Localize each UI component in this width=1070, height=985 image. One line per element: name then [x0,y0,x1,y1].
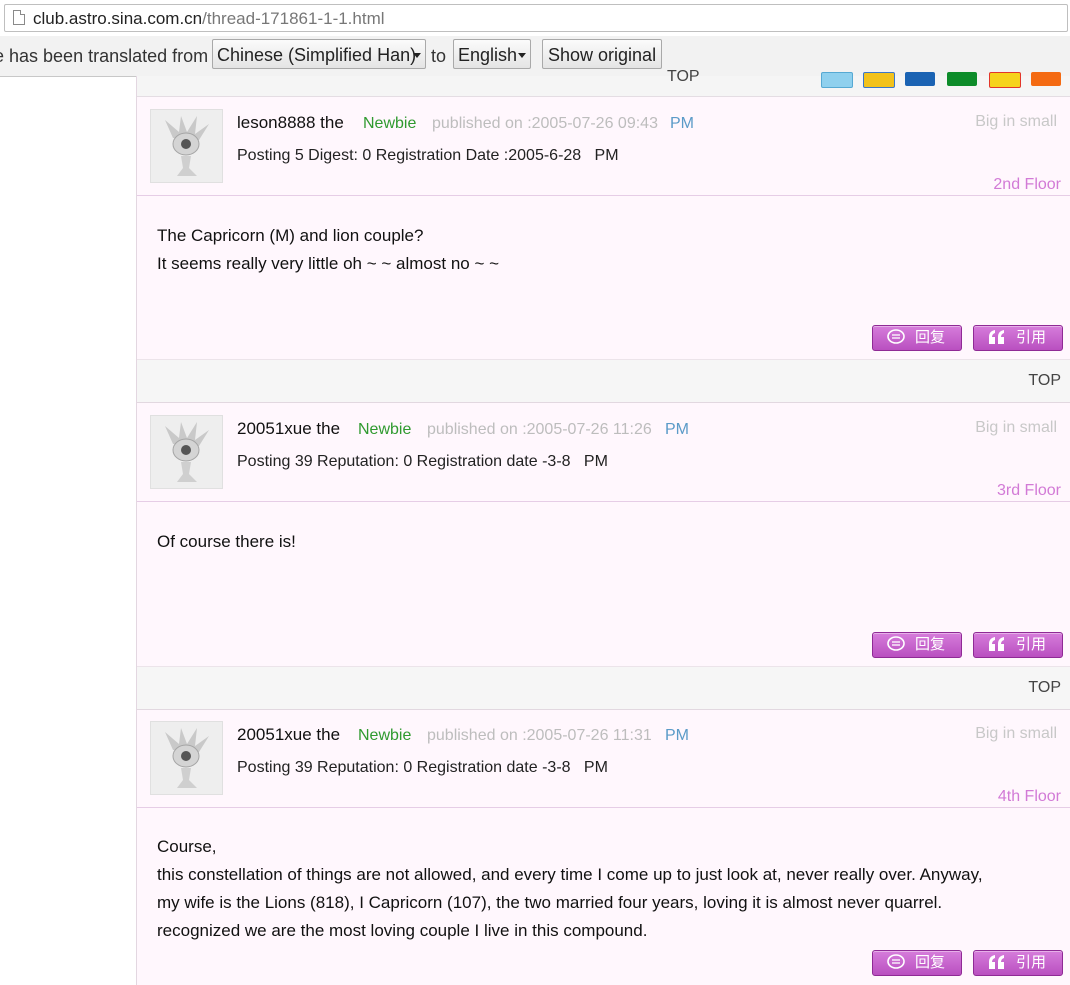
floor-number: 4th Floor [997,788,1061,805]
user-stats-text: Posting 39 Reputation: 0 Registration da… [237,453,571,470]
username[interactable]: 20051xue the [237,725,340,745]
show-original-button[interactable]: Show original [542,39,662,69]
translate-message: e has been translated from [0,46,209,66]
target-language-select[interactable]: English [453,39,531,69]
source-language-select[interactable]: Chinese (Simplified Han) [212,39,426,69]
top-link[interactable]: TOP [667,68,700,86]
user-rank: Newbie [363,115,417,132]
user-stats-pm: PM [583,453,608,470]
post-line: The Capricorn (M) and lion couple? [157,226,424,245]
post-body: Of course there is! [157,528,296,556]
font-size-toggle[interactable]: Big in small [975,419,1057,437]
share-strip: TOP [137,68,1070,97]
publish-date: published on :2005-07-26 09:43 [432,115,658,132]
font-size-toggle[interactable]: Big in small [975,113,1057,131]
username[interactable]: 20051xue the [237,419,340,439]
chevron-down-icon [518,53,526,58]
thread-content: TOP leson8888 the Newbie published on :2… [136,68,1070,985]
avatar[interactable] [150,415,223,489]
quote-label: 引用 [1016,954,1047,971]
quote-label: 引用 [1016,636,1047,653]
quote-icon [989,955,1004,969]
bookmark-icon[interactable] [989,72,1021,88]
user-stats: Posting 39 Reputation: 0 Registration da… [237,453,608,471]
quote-label: 引用 [1016,329,1047,346]
pm-link[interactable]: PM [670,115,694,133]
floor-number: 2nd Floor [993,176,1061,193]
quote-button[interactable]: 引用 [973,325,1063,351]
floor-number: 3rd Floor [996,482,1061,499]
avatar[interactable] [150,721,223,795]
top-link[interactable]: TOP [1028,372,1061,390]
renren-icon[interactable] [905,72,935,86]
sina-eye-avatar-icon [165,728,209,788]
post-header: 20051xue the Newbie published on :2005-0… [137,709,1070,808]
quote-button[interactable]: 引用 [973,632,1063,658]
qzone-icon[interactable] [863,72,895,88]
speech-bubble-icon [887,954,905,969]
reply-button[interactable]: 回复 [872,632,962,658]
user-stats-text: Posting 5 Digest: 0 Registration Date :2… [237,147,582,164]
post-line: Course, [157,837,217,856]
post-line: this constellation of things are not all… [157,865,983,884]
post-header: leson8888 the Newbie published on :2005-… [137,97,1070,196]
pm-link[interactable]: PM [665,727,689,745]
sina-eye-avatar-icon [165,422,209,482]
sina-eye-avatar-icon [165,116,209,176]
publish-date: published on :2005-07-26 11:31 [427,727,652,744]
reply-button[interactable]: 回复 [872,325,962,351]
speech-bubble-icon [887,636,905,651]
source-language-value: Chinese (Simplified Han) [217,45,417,65]
user-stats: Posting 39 Reputation: 0 Registration da… [237,759,608,777]
share-icon[interactable] [1031,72,1061,86]
reply-label: 回复 [915,636,946,653]
quote-button[interactable]: 引用 [973,950,1063,976]
post-header: 20051xue the Newbie published on :2005-0… [137,403,1070,502]
publish-date: published on :2005-07-26 11:26 [427,421,652,438]
address-bar-container: club.astro.sina.com.cn/thread-171861-1-1… [0,0,1070,36]
quote-icon [989,330,1004,344]
user-stats-text: Posting 39 Reputation: 0 Registration da… [237,759,571,776]
target-language-value: English [458,45,518,65]
address-bar[interactable]: club.astro.sina.com.cn/thread-171861-1-1… [4,4,1068,32]
user-stats-pm: PM [594,147,619,164]
url-host: club.astro.sina.com.cn [33,9,203,28]
user-stats: Posting 5 Digest: 0 Registration Date :2… [237,147,619,165]
post-line: my wife is the Lions (818), I Capricorn … [157,893,943,912]
avatar[interactable] [150,109,223,183]
kaixin-icon[interactable] [947,72,977,86]
quote-icon [989,637,1004,651]
weibo-icon[interactable] [821,72,853,88]
show-original-label: Show original [548,45,657,65]
translate-bar: e has been translated from Chinese (Simp… [0,36,1070,77]
username[interactable]: leson8888 the [237,113,344,133]
page-icon [13,10,25,25]
reply-label: 回复 [915,954,946,971]
url-text[interactable]: club.astro.sina.com.cn/thread-171861-1-1… [33,9,385,29]
post-body: The Capricorn (M) and lion couple? It se… [157,222,499,278]
chevron-down-icon [413,53,421,58]
reply-button[interactable]: 回复 [872,950,962,976]
speech-bubble-icon [887,329,905,344]
post-line: recognized we are the most loving couple… [157,921,648,940]
post-line: Of course there is! [157,532,296,551]
font-size-toggle[interactable]: Big in small [975,725,1057,743]
top-link[interactable]: TOP [1028,679,1061,697]
user-rank: Newbie [358,421,412,438]
url-path: /thread-171861-1-1.html [202,9,385,28]
user-stats-pm: PM [583,759,608,776]
post-body: Course, this constellation of things are… [157,833,983,945]
translate-to-label: to [431,46,447,66]
top-strip: TOP [137,359,1070,403]
reply-label: 回复 [915,329,946,346]
post-line: It seems really very little oh ~ ~ almos… [157,254,500,273]
user-rank: Newbie [358,727,412,744]
pm-link[interactable]: PM [665,421,689,439]
top-strip: TOP [137,666,1070,710]
